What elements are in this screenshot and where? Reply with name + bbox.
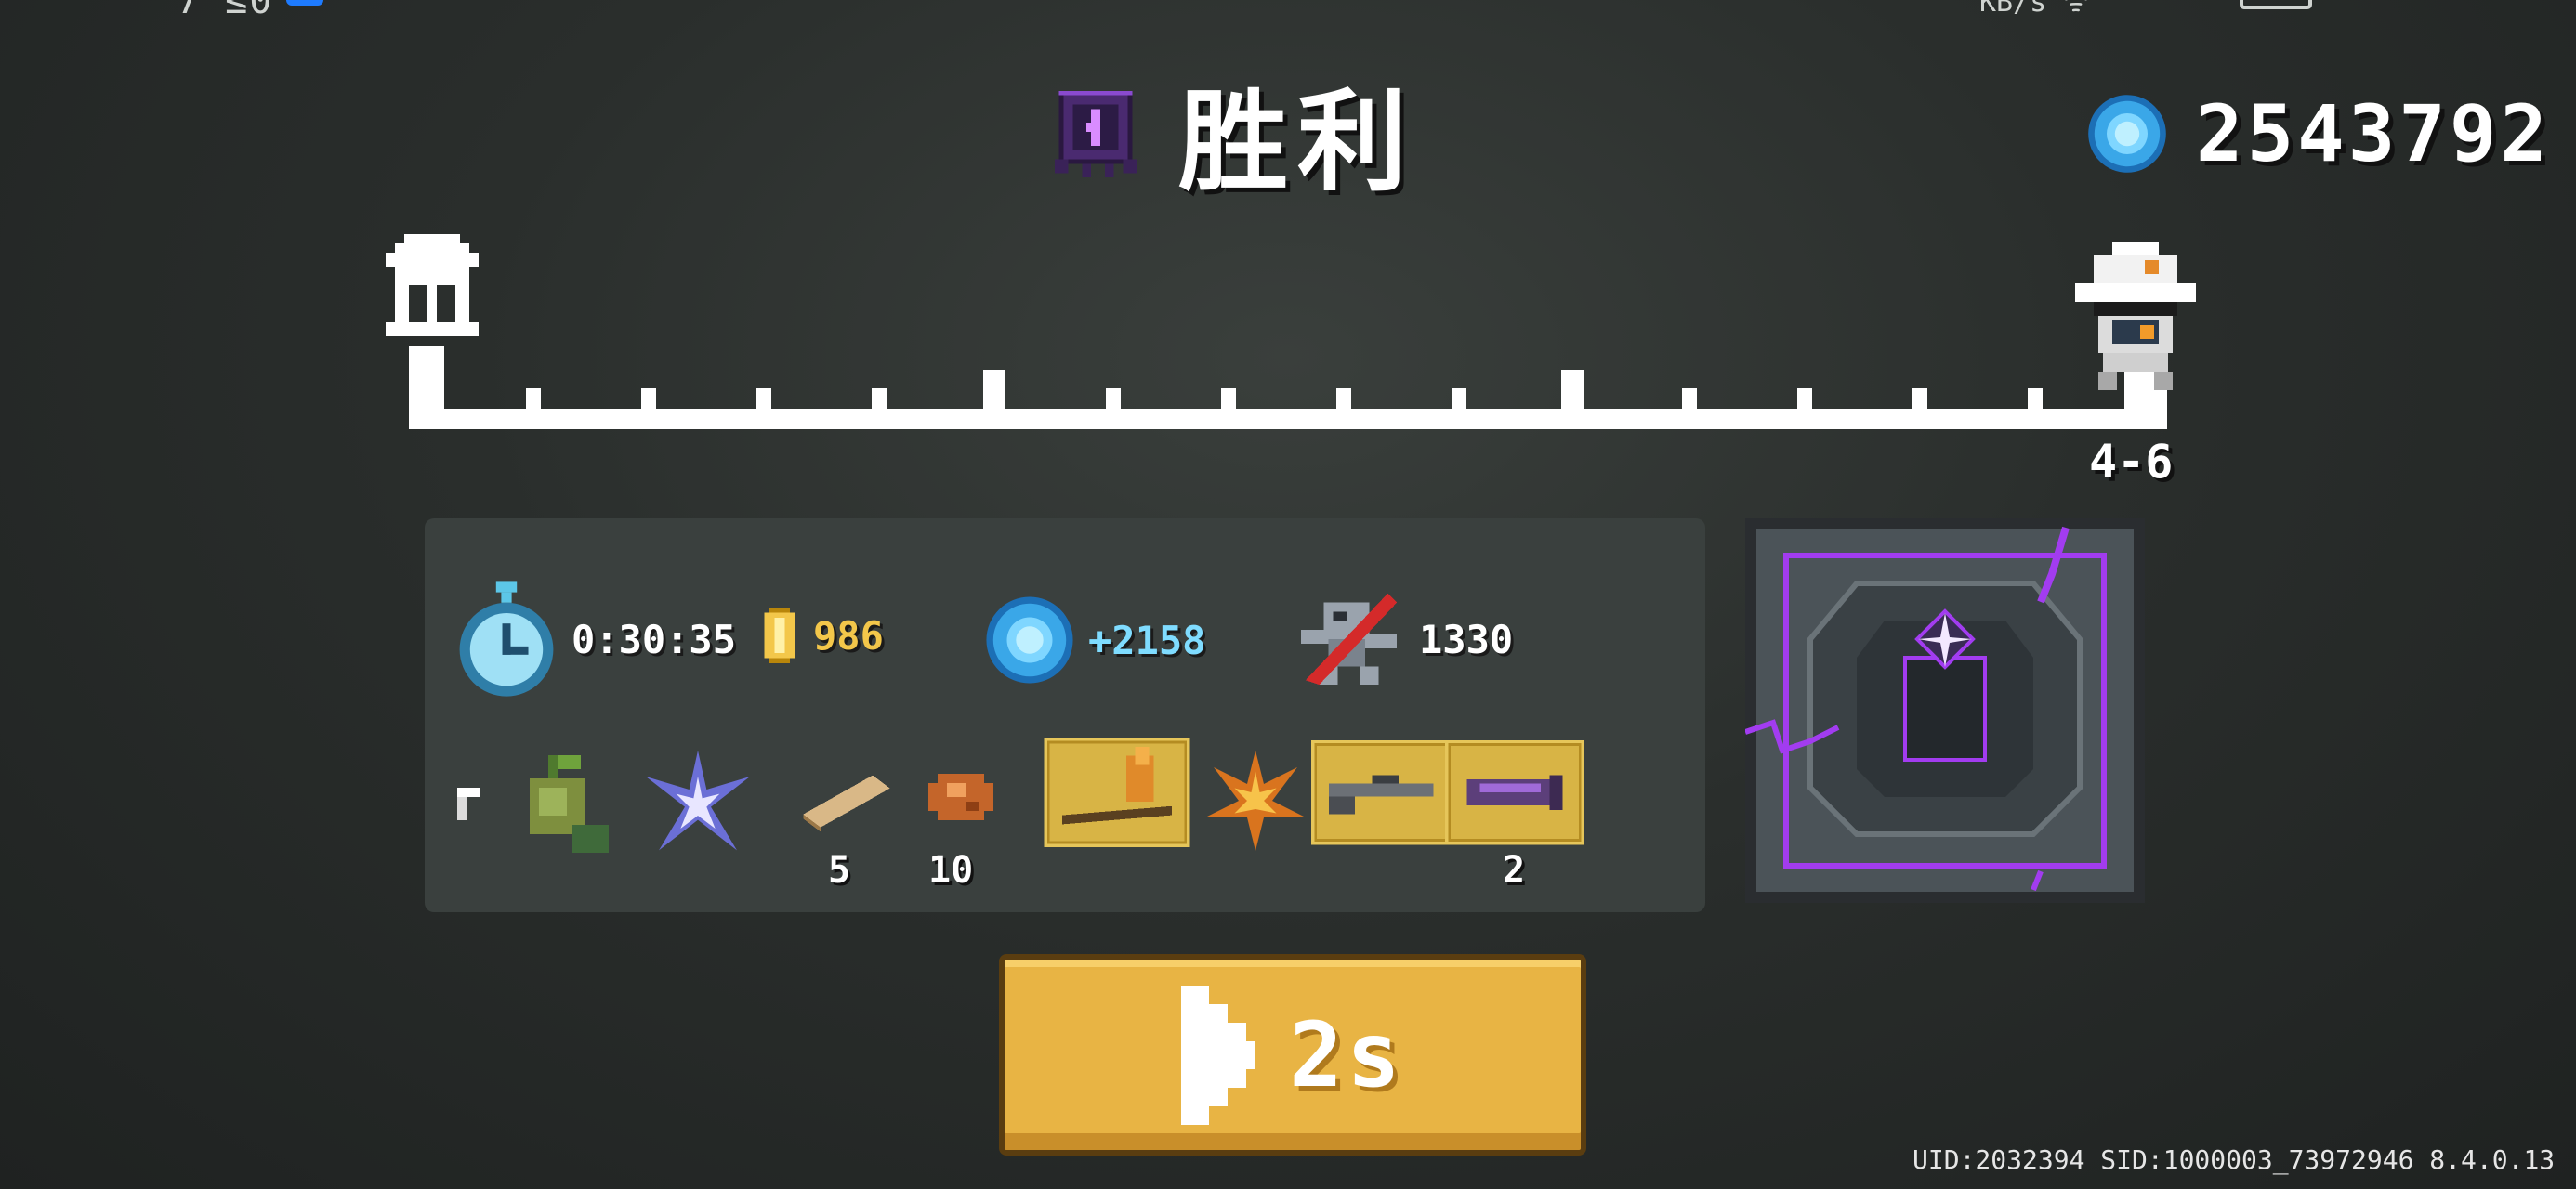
knight-helmet-icon	[2075, 242, 2196, 390]
progress-tick	[1682, 388, 1697, 409]
item-count: 5	[828, 849, 851, 892]
blueprint-rifle-item-icon[interactable]	[1311, 738, 1451, 847]
progress-checkpoint	[1561, 370, 1584, 409]
seed-pouch-item-icon[interactable]	[506, 751, 618, 862]
progress-tick	[526, 388, 541, 409]
progress-tick	[1452, 388, 1466, 409]
victory-title: 胜利	[1178, 77, 1417, 206]
progress-start-marker	[409, 346, 444, 409]
progress-tick	[1221, 388, 1236, 409]
progress-tick	[1797, 388, 1812, 409]
progress-tick	[1106, 388, 1121, 409]
play-icon	[1181, 985, 1256, 1125]
wooden-plank-item-icon	[803, 775, 890, 832]
uid-footer: UID:2032394 SID:1000003_73972946 8.4.0.1…	[1912, 1144, 2556, 1175]
gold-value: 986	[813, 612, 884, 659]
crystal-star-item-icon[interactable]	[646, 751, 750, 855]
gold-stat: 986	[759, 608, 884, 663]
kills-stat: 1330	[1296, 587, 1513, 691]
blueprint-cannon-item-icon	[1445, 739, 1584, 845]
fire-leaf-item-icon[interactable]	[1205, 751, 1306, 851]
status-bar-right: KB/s ᯤ	[1979, 0, 2089, 19]
time-value: 0:30:35	[572, 616, 737, 662]
void-boss-icon	[1054, 90, 1137, 178]
item-count: 2	[1503, 849, 1526, 892]
progress-tick	[2028, 388, 2043, 409]
stage-progress-track	[409, 346, 2167, 429]
ore-chunk-item-icon	[928, 774, 993, 820]
progress-tick	[1912, 388, 1927, 409]
progress-tick	[641, 388, 656, 409]
time-stat: 0:30:35	[454, 581, 736, 697]
wooden-plank-slot[interactable]: 5	[795, 760, 906, 892]
stage-label: 4-6	[2089, 435, 2174, 489]
gems-earned-value: +2158	[1088, 617, 1206, 663]
blue-gem-icon	[2088, 95, 2166, 173]
kill-count-icon	[1300, 593, 1398, 686]
blueprint-staff-item-icon[interactable]	[1044, 738, 1190, 847]
battery-icon	[2240, 0, 2312, 9]
run-summary-panel: 0:30:35 986 +2158 1330 5 10 2	[425, 518, 1705, 912]
countdown-label: 2s	[1289, 1002, 1404, 1107]
progress-tick	[872, 388, 887, 409]
stopwatch-icon	[459, 581, 554, 697]
blue-gem-icon	[986, 596, 1073, 684]
gem-count: 2543792	[2196, 88, 2552, 179]
kills-value: 1330	[1419, 616, 1514, 662]
progress-checkpoint	[983, 370, 1005, 409]
blueprint-cannon-slot[interactable]: 2	[1445, 738, 1584, 892]
home-icon	[386, 234, 479, 336]
victory-header: 胜利	[1041, 67, 1416, 206]
ore-chunk-slot[interactable]: 10	[923, 760, 1016, 892]
status-indicator	[286, 0, 323, 6]
status-bar-left: 7 ≤0	[177, 0, 274, 22]
progress-tick	[1336, 388, 1351, 409]
void-chest-icon[interactable]	[1745, 518, 2145, 903]
gem-balance: 2543792	[2086, 88, 2551, 179]
progress-tick	[756, 388, 771, 409]
item-count: 10	[928, 849, 974, 892]
continue-button[interactable]: 2s	[999, 954, 1586, 1156]
gold-coin-icon	[764, 608, 795, 663]
leaf-shard-item-icon[interactable]	[453, 788, 480, 825]
gems-earned-stat: +2158	[984, 594, 1205, 686]
